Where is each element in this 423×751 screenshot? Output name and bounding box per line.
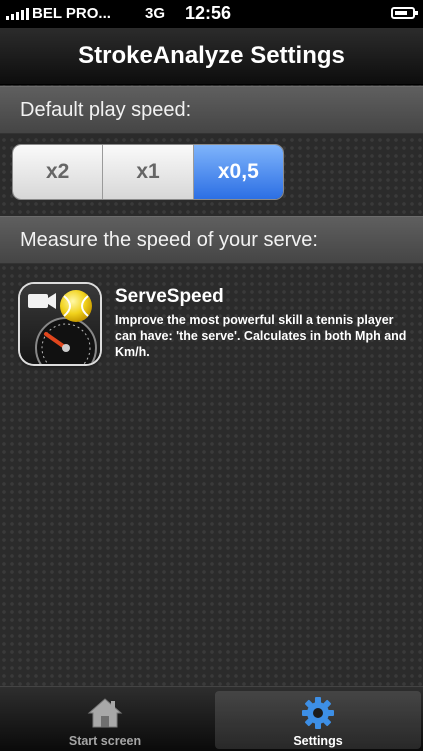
- tab-settings[interactable]: Settings: [213, 687, 423, 751]
- carrier-name: BEL PRO...: [32, 5, 111, 22]
- tab-settings-label: Settings: [293, 734, 343, 748]
- signal-bars-icon: [6, 8, 29, 20]
- serve-section-label: Measure the speed of your serve:: [20, 229, 318, 251]
- network-type: 3G: [145, 5, 166, 22]
- speed-section-label: Default play speed:: [20, 99, 192, 121]
- tab-start-screen[interactable]: Start screen: [0, 687, 210, 751]
- tab-bar: Start screen Settings: [0, 686, 423, 751]
- play-speed-segmented-control: x2 x1 x0,5: [12, 144, 284, 200]
- tab-start-screen-label: Start screen: [68, 734, 142, 748]
- gear-icon: [300, 696, 336, 730]
- speed-option-x0-5[interactable]: x0,5: [193, 145, 283, 199]
- clock: 12:56: [185, 3, 232, 23]
- servespeed-description: Improve the most powerful skill a tennis…: [115, 313, 407, 359]
- home-icon: [87, 696, 123, 730]
- servespeed-title[interactable]: ServeSpeed: [115, 286, 224, 308]
- speed-section-header: Default play speed:: [0, 86, 423, 134]
- speed-option-x1[interactable]: x1: [103, 145, 194, 199]
- status-bar: BEL PRO... 3G 12:56: [0, 0, 423, 28]
- battery-icon: [391, 7, 418, 19]
- servespeed-promo[interactable]: ServeSpeed Improve the most powerful ski…: [20, 282, 415, 368]
- serve-section-header: Measure the speed of your serve:: [0, 216, 423, 264]
- page-title: StrokeAnalyze Settings: [78, 42, 345, 69]
- speed-option-x2[interactable]: x2: [13, 145, 104, 199]
- servespeed-app-icon[interactable]: [20, 284, 100, 364]
- navigation-bar: StrokeAnalyze Settings: [0, 28, 423, 85]
